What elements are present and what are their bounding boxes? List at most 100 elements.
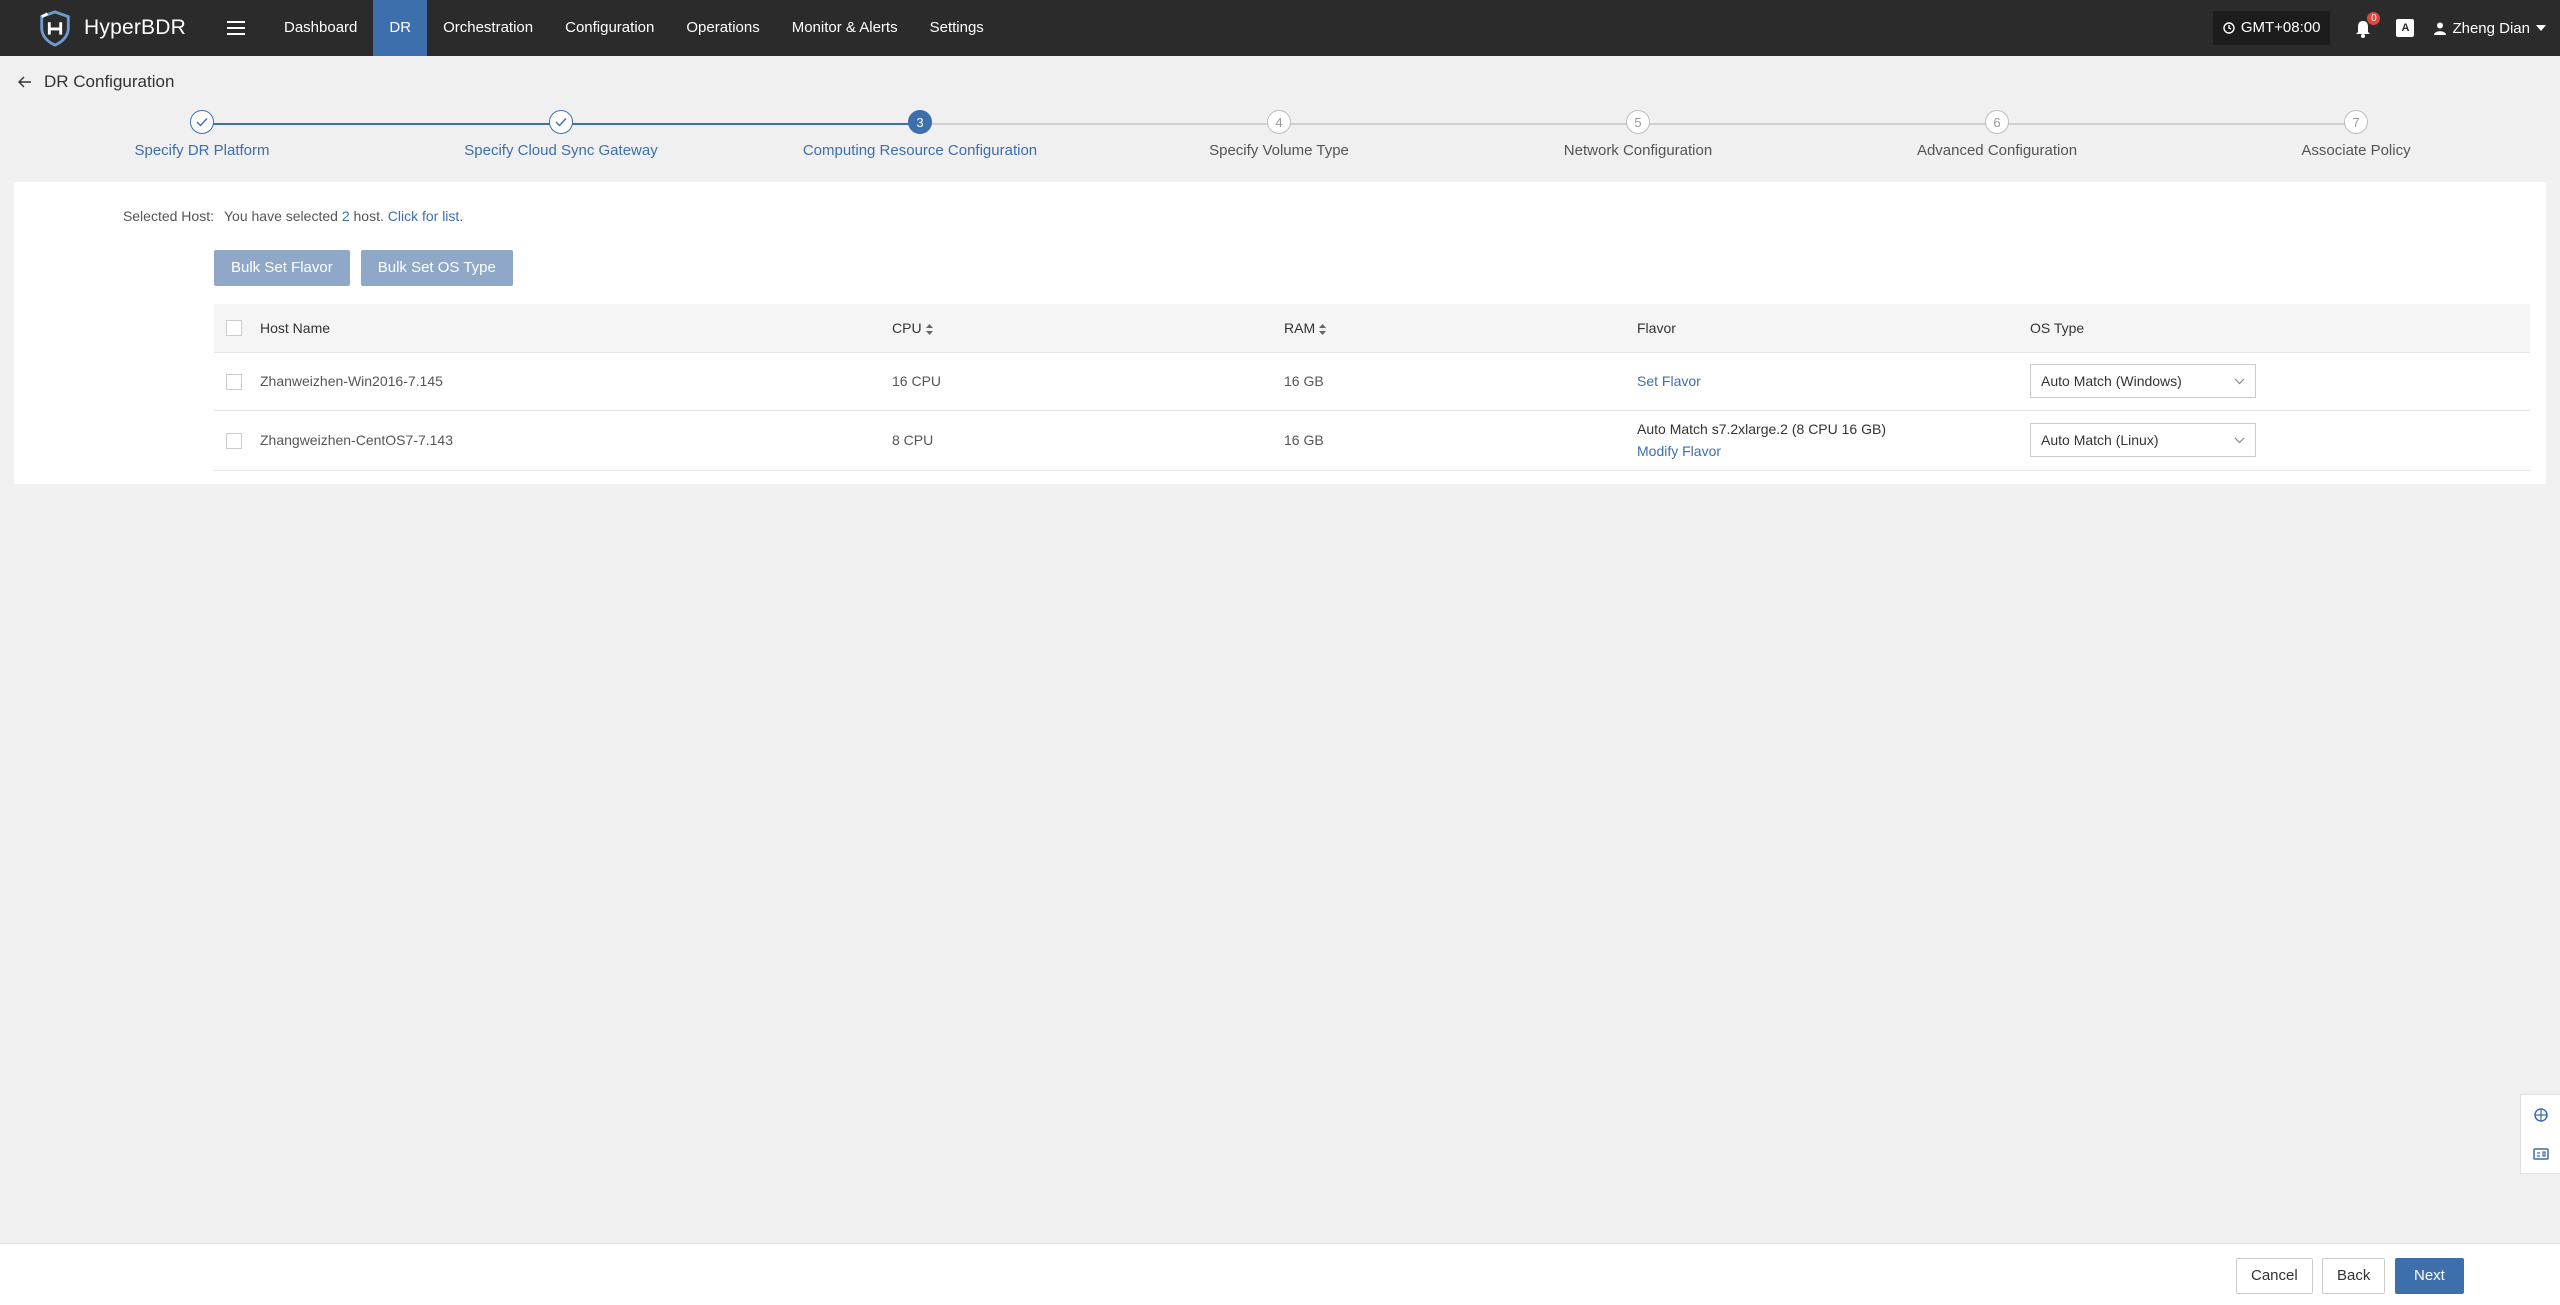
row-checkbox[interactable] <box>226 432 242 449</box>
wizard-steps: Specify DR Platform Specify Cloud Sync G… <box>0 110 2560 170</box>
back-button[interactable]: Back <box>2322 1258 2386 1294</box>
hosts-table: Host Name CPU RAM Flavor OS Type Zhanwei… <box>214 304 2530 471</box>
row-checkbox[interactable] <box>226 373 242 390</box>
step-label: Computing Resource Configuration <box>802 142 1038 159</box>
col-host-name: Host Name <box>260 304 892 353</box>
support-icon[interactable] <box>2533 1107 2549 1123</box>
os-type-select[interactable]: Auto Match (Windows) <box>2030 364 2256 398</box>
step-number: 7 <box>2344 110 2368 134</box>
table-row: Zhangweizhen-CentOS7-7.143 8 CPU 16 GB A… <box>214 410 2530 471</box>
step-label: Network Configuration <box>1563 142 1713 159</box>
user-name: Zheng Dian <box>2452 19 2530 37</box>
nav-item-dr[interactable]: DR <box>373 0 428 56</box>
cpu-cell: 16 CPU <box>892 352 1284 411</box>
selected-host-count: 2 <box>341 208 350 224</box>
table-row: Zhanweizhen-Win2016-7.145 16 CPU 16 GB S… <box>214 352 2530 411</box>
translate-icon[interactable]: A <box>2396 19 2415 37</box>
page-header: DR Configuration <box>18 72 174 92</box>
os-type-select[interactable]: Auto Match (Linux) <box>2030 423 2256 457</box>
step-number: 4 <box>1267 110 1291 134</box>
col-ram[interactable]: RAM <box>1284 304 1637 353</box>
floating-tools <box>2520 1094 2560 1174</box>
select-all-checkbox[interactable] <box>226 320 242 337</box>
host-name-cell: Zhangweizhen-CentOS7-7.143 <box>260 410 892 471</box>
flavor-auto-match-text: Auto Match s7.2xlarge.2 (8 CPU 16 GB) <box>1637 421 1886 437</box>
notifications-button[interactable]: 0 <box>2352 12 2381 39</box>
bulk-actions: Bulk Set Flavor Bulk Set OS Type <box>214 250 513 286</box>
step-2[interactable]: Specify Cloud Sync Gateway <box>381 110 741 159</box>
table-header-row: Host Name CPU RAM Flavor OS Type <box>214 304 2530 353</box>
hamburger-icon <box>227 21 245 35</box>
caret-down-icon <box>2536 25 2546 31</box>
modify-flavor-link[interactable]: Modify Flavor <box>1637 443 1721 459</box>
step-label: Specify Volume Type <box>1209 142 1349 159</box>
step-4[interactable]: 4 Specify Volume Type <box>1099 110 1459 159</box>
sort-icon <box>925 323 933 335</box>
shield-logo-icon <box>40 10 70 47</box>
selected-host-suffix: host. <box>353 208 384 224</box>
bulk-set-flavor-button[interactable]: Bulk Set Flavor <box>214 250 350 286</box>
back-arrow-icon[interactable] <box>18 76 32 88</box>
col-cpu-label: CPU <box>892 319 922 336</box>
step-1[interactable]: Specify DR Platform <box>22 110 382 159</box>
selected-host-prefix: You have selected <box>224 208 338 224</box>
nav-item-operations[interactable]: Operations <box>670 0 775 56</box>
selected-host-row: Selected Host: You have selected 2 host.… <box>114 208 463 224</box>
bulk-set-os-type-button[interactable]: Bulk Set OS Type <box>360 250 513 286</box>
app-name: HyperBDR <box>84 16 186 39</box>
menu-toggle-button[interactable] <box>216 0 256 56</box>
user-menu[interactable]: Zheng Dian <box>2434 20 2546 37</box>
nav-item-dashboard[interactable]: Dashboard <box>268 0 373 56</box>
step-label: Advanced Configuration <box>1916 142 2078 159</box>
step-number: 3 <box>908 110 932 134</box>
ram-cell: 16 GB <box>1284 352 1637 411</box>
check-icon <box>190 110 214 134</box>
timezone-label: GMT+08:00 <box>2240 19 2321 36</box>
compute-config-card: Selected Host: You have selected 2 host.… <box>14 182 2546 484</box>
os-type-cell: Auto Match (Linux) <box>2030 410 2530 471</box>
nav-item-monitor-alerts[interactable]: Monitor & Alerts <box>776 0 914 56</box>
col-ram-label: RAM <box>1284 319 1316 336</box>
col-cpu[interactable]: CPU <box>892 304 1284 353</box>
step-3[interactable]: 3 Computing Resource Configuration <box>740 110 1100 159</box>
wizard-footer: Cancel Back Next <box>0 1243 2560 1305</box>
check-icon <box>549 110 573 134</box>
chevron-down-icon <box>2234 378 2245 384</box>
selected-host-label: Selected Host: <box>122 208 214 224</box>
host-name-cell: Zhanweizhen-Win2016-7.145 <box>260 352 892 411</box>
guide-icon[interactable] <box>2532 1147 2549 1161</box>
user-icon <box>2434 22 2447 35</box>
timezone-display[interactable]: GMT+08:00 <box>2212 11 2331 45</box>
step-label: Specify Cloud Sync Gateway <box>464 142 658 159</box>
ram-cell: 16 GB <box>1284 410 1637 471</box>
flavor-cell: Auto Match s7.2xlarge.2 (8 CPU 16 GB) Mo… <box>1637 410 2030 471</box>
os-type-cell: Auto Match (Windows) <box>2030 352 2530 411</box>
chevron-down-icon <box>2234 437 2245 443</box>
step-6[interactable]: 6 Advanced Configuration <box>1817 110 2177 159</box>
nav-item-configuration[interactable]: Configuration <box>549 0 670 56</box>
cpu-cell: 8 CPU <box>892 410 1284 471</box>
col-os-type: OS Type <box>2030 304 2530 353</box>
next-button[interactable]: Next <box>2395 1258 2464 1294</box>
selected-host-end: . <box>459 208 464 224</box>
step-number: 6 <box>1985 110 2009 134</box>
os-type-value: Auto Match (Linux) <box>2041 432 2159 448</box>
nav-item-orchestration[interactable]: Orchestration <box>427 0 549 56</box>
col-flavor: Flavor <box>1637 304 2030 353</box>
host-list-link[interactable]: Click for list <box>388 208 460 224</box>
step-label: Associate Policy <box>2301 142 2411 159</box>
os-type-value: Auto Match (Windows) <box>2041 373 2182 389</box>
main-nav: Dashboard DR Orchestration Configuration… <box>268 0 1000 56</box>
sort-icon <box>1319 323 1327 335</box>
app-logo[interactable]: HyperBDR <box>36 9 216 47</box>
step-number: 5 <box>1626 110 1650 134</box>
step-5[interactable]: 5 Network Configuration <box>1458 110 1818 159</box>
step-7[interactable]: 7 Associate Policy <box>2176 110 2536 159</box>
flavor-cell: Set Flavor <box>1637 352 2030 411</box>
clock-icon <box>2223 22 2235 34</box>
nav-item-settings[interactable]: Settings <box>914 0 1000 56</box>
set-flavor-link[interactable]: Set Flavor <box>1637 373 1701 389</box>
page-title: DR Configuration <box>44 72 175 91</box>
top-navbar: HyperBDR Dashboard DR Orchestration Conf… <box>0 0 2560 56</box>
cancel-button[interactable]: Cancel <box>2236 1258 2313 1294</box>
